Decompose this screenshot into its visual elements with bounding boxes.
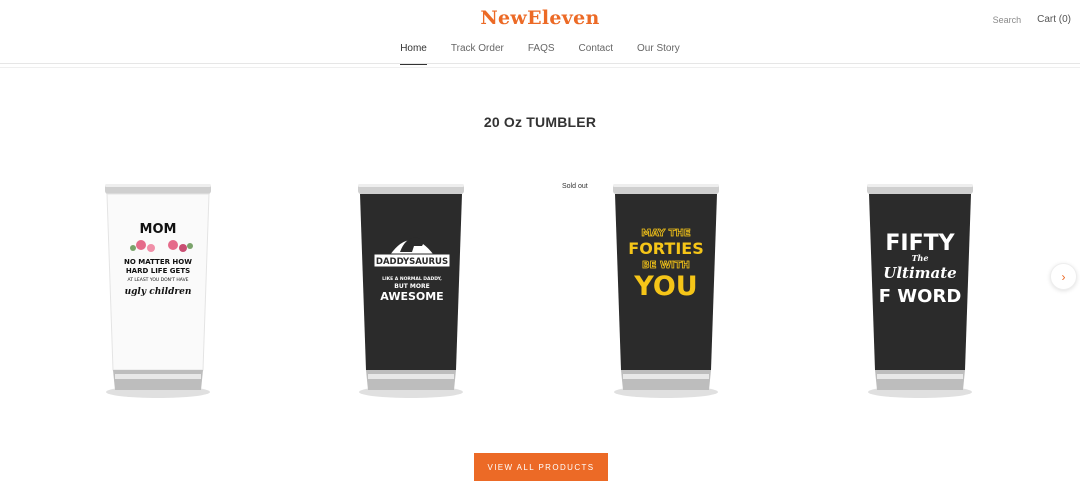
print-text: Ultimate — [883, 264, 956, 282]
main-nav: Home Track Order FAQS Contact Our Story — [0, 43, 1080, 65]
print-text: MAY THE — [641, 228, 691, 239]
nav-item-faqs[interactable]: FAQS — [528, 43, 555, 65]
search-link[interactable]: Search — [993, 15, 1022, 25]
product-image-may-the-forties: MAY THE FORTIES BE WITH YOU — [613, 184, 719, 398]
site-logo[interactable]: NewEleven — [0, 7, 1080, 29]
product-card-may-the-forties[interactable]: MAY THE FORTIES BE WITH YOU — [603, 180, 733, 400]
nav-item-home[interactable]: Home — [400, 43, 427, 65]
print-text: YOU — [633, 271, 697, 302]
cart-link[interactable]: Cart (0) — [1037, 14, 1071, 25]
chevron-right-icon: › — [1061, 269, 1066, 284]
section-title: 20 Oz TUMBLER — [483, 114, 597, 130]
print-text: BE WITH — [642, 260, 690, 271]
carousel-next-button[interactable]: › — [1050, 263, 1077, 290]
product-card-daddysaurus[interactable]: DADDYSAURUS LIKE A NORMAL DADDY, BUT MOR… — [348, 180, 478, 400]
product-carousel: MOM NO MATTER HOW HARD LIFE GETS AT LEAS… — [0, 180, 1080, 400]
view-all-products-button[interactable]: VIEW ALL PRODUCTS — [474, 453, 608, 481]
print-text: F WORD — [879, 286, 962, 307]
print-text: FORTIES — [628, 239, 703, 258]
product-card-fifty[interactable]: FIFTY The Ultimate F WORD — [857, 180, 987, 400]
print-text: BUT MORE — [394, 283, 429, 290]
product-image-mom: MOM NO MATTER HOW HARD LIFE GETS AT LEAS… — [105, 184, 211, 398]
product-card-mom[interactable]: MOM NO MATTER HOW HARD LIFE GETS AT LEAS… — [95, 180, 225, 400]
sold-out-badge: Sold out — [562, 183, 588, 190]
print-text: DADDYSAURUS — [376, 257, 448, 267]
print-text: HARD LIFE GETS — [126, 267, 190, 275]
header-actions: Search Cart (0) — [993, 14, 1071, 25]
print-text: ugly children — [125, 287, 192, 297]
print-text: LIKE A NORMAL DADDY, — [382, 276, 442, 282]
print-text: AWESOME — [380, 290, 443, 303]
header-divider — [0, 67, 1080, 68]
nav-item-contact[interactable]: Contact — [579, 43, 613, 65]
print-text: NO MATTER HOW — [124, 258, 192, 266]
nav-item-track-order[interactable]: Track Order — [451, 43, 504, 65]
nav-item-our-story[interactable]: Our Story — [637, 43, 680, 65]
site-header: NewEleven Search Cart (0) Home Track Ord… — [0, 0, 1080, 65]
product-image-fifty: FIFTY The Ultimate F WORD — [867, 184, 973, 398]
print-text: The — [912, 253, 929, 263]
print-text: AT LEAST YOU DON'T HAVE — [127, 277, 188, 283]
print-text: MOM — [140, 222, 177, 237]
product-image-daddysaurus: DADDYSAURUS LIKE A NORMAL DADDY, BUT MOR… — [358, 184, 464, 398]
